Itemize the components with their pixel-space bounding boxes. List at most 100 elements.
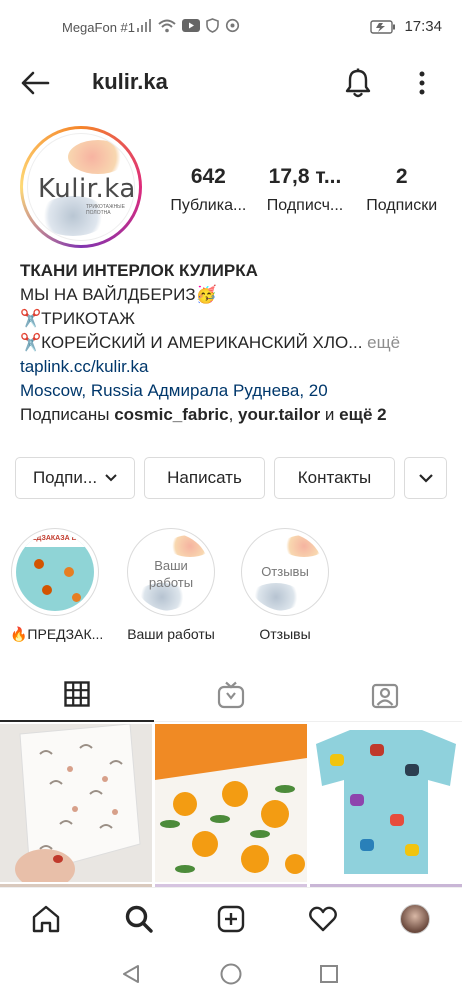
- followed-by-more: ещё 2: [339, 405, 387, 424]
- followed-by-and: и: [320, 405, 340, 424]
- avatar: Kulir.ka трикотажные полотна: [27, 133, 135, 241]
- profile-top-bar: kulir.ka: [0, 56, 462, 110]
- signal-icon: [137, 18, 151, 32]
- bio-line-3: ✂️КОРЕЙСКИЙ И АМЕРИКАНСКИЙ ХЛО... ещё: [20, 331, 450, 355]
- circle-home-icon: [220, 963, 242, 985]
- highlight-preorder[interactable]: ПРЕДЗАКАЗА ВЫ 🔥ПРЕДЗАК...: [10, 528, 104, 643]
- contacts-button-label: Контакты: [297, 468, 372, 487]
- tab-igtv[interactable]: [154, 668, 308, 722]
- stat-followers-value: 17,8 т...: [268, 165, 342, 188]
- shield-icon: [206, 18, 219, 33]
- nav-create-button[interactable]: [214, 902, 248, 936]
- back-arrow-icon: [21, 71, 50, 95]
- avatar-logo-text: Kulir.ka: [38, 174, 135, 204]
- fabric-print-image: [155, 724, 307, 882]
- chevron-down-icon: [105, 474, 117, 482]
- igtv-icon: [217, 681, 245, 709]
- system-recents-button[interactable]: [316, 961, 342, 987]
- highlight-reviews-cover-text: Отзывы: [261, 564, 309, 579]
- message-button[interactable]: Написать: [144, 457, 265, 499]
- back-button[interactable]: [18, 68, 52, 98]
- profile-username: kulir.ka: [92, 69, 168, 94]
- bio-line-3-text: ✂️КОРЕЙСКИЙ И АМЕРИКАНСКИЙ ХЛО...: [20, 333, 363, 352]
- profile-content-tabs: [0, 668, 462, 722]
- highlight-reviews-cover: Отзывы: [246, 533, 324, 611]
- bio-line-2: ✂️ТРИКОТАЖ: [20, 309, 135, 328]
- battery-icon: [370, 19, 396, 34]
- highlight-your-works[interactable]: Ваши работы Ваши работы: [126, 528, 216, 642]
- home-icon: [32, 905, 60, 933]
- post-thumbnail[interactable]: [0, 724, 152, 882]
- post-thumbnail[interactable]: [310, 724, 462, 882]
- system-back-button[interactable]: [118, 961, 144, 987]
- followed-by-user-2: your.tailor: [238, 405, 321, 424]
- message-button-label: Написать: [167, 468, 242, 487]
- clock: 17:34: [404, 18, 442, 35]
- more-options-button[interactable]: [412, 67, 432, 99]
- avatar: [400, 904, 430, 934]
- profile-stats: 642 Публика... 17,8 т... Подписч... 2 По…: [160, 165, 450, 215]
- triangle-back-icon: [123, 965, 139, 983]
- chevron-down-icon: [418, 473, 433, 483]
- profile-avatar-ring[interactable]: Kulir.ka трикотажные полотна: [20, 126, 142, 248]
- bio-line-1: МЫ НА ВАЙЛДБЕРИЗ🥳: [20, 285, 217, 304]
- more-vertical-icon: [419, 71, 425, 95]
- followed-by-separator: ,: [228, 405, 239, 424]
- nav-activity-button[interactable]: [306, 902, 340, 936]
- square-recents-icon: [320, 965, 338, 983]
- grid-icon: [64, 681, 90, 707]
- stat-posts-label: Публика...: [170, 197, 247, 214]
- highlight-preorder-label: 🔥ПРЕДЗАК...: [10, 626, 104, 642]
- highlight-your-works-label: Ваши работы: [127, 626, 215, 642]
- notifications-button[interactable]: [342, 67, 374, 99]
- system-navigation-bar: [0, 947, 462, 1000]
- bell-icon: [345, 68, 371, 98]
- sync-icon: [225, 18, 240, 33]
- bio-location-link[interactable]: Moscow, Russia Адмирала Руднева, 20: [20, 379, 450, 403]
- bio-more-link[interactable]: ещё: [362, 333, 400, 352]
- bio-website-link[interactable]: taplink.cc/kulir.ka: [20, 355, 450, 379]
- stat-posts-value: 642: [190, 165, 226, 188]
- carrier-label: MegaFon #1: [62, 20, 135, 35]
- followed-by-user-1: cosmic_fabric: [114, 405, 229, 424]
- stat-following-label: Подписки: [366, 197, 438, 214]
- status-bar: MegaFon #1 17:34: [0, 0, 462, 56]
- plus-square-icon: [217, 905, 245, 933]
- tab-tagged[interactable]: [308, 668, 462, 722]
- stat-followers[interactable]: 17,8 т... Подписч...: [257, 165, 354, 215]
- posts-grid: [0, 724, 462, 890]
- heart-icon: [309, 906, 337, 932]
- tshirt-print-image: [310, 724, 462, 882]
- stat-following-value: 2: [395, 165, 408, 188]
- bottom-navigation: [0, 887, 462, 947]
- system-home-button[interactable]: [218, 961, 244, 987]
- highlight-preorder-cover: ПРЕДЗАКАЗА ВЫ: [16, 533, 94, 611]
- tab-grid[interactable]: [0, 668, 154, 722]
- contacts-button[interactable]: Контакты: [274, 457, 395, 499]
- highlight-reviews[interactable]: Отзывы Отзывы: [240, 528, 330, 642]
- nav-search-button[interactable]: [122, 902, 156, 936]
- wifi-icon: [158, 19, 176, 32]
- followed-by-prefix: Подписаны: [20, 405, 115, 424]
- stat-following[interactable]: 2 Подписки: [353, 165, 450, 215]
- tagged-user-icon: [371, 683, 399, 709]
- fabric-print-image: [0, 724, 152, 882]
- avatar-logo-subtitle: трикотажные полотна: [86, 204, 125, 216]
- highlight-your-works-cover-text: Ваши работы: [148, 558, 194, 590]
- bio-followed-by[interactable]: Подписаны cosmic_fabric, your.tailor и е…: [20, 403, 450, 427]
- status-right: 17:34: [370, 18, 442, 35]
- nav-home-button[interactable]: [29, 902, 63, 936]
- post-thumbnail[interactable]: [155, 724, 307, 882]
- suggested-accounts-button[interactable]: [404, 457, 447, 499]
- highlight-reviews-label: Отзывы: [259, 626, 311, 642]
- subscribe-dropdown-button[interactable]: Подпи...: [15, 457, 135, 499]
- nav-profile-button[interactable]: [398, 902, 432, 936]
- bio-display-name: ТКАНИ ИНТЕРЛОК КУЛИРКА: [20, 261, 258, 280]
- search-icon: [125, 905, 153, 933]
- youtube-icon: [182, 19, 200, 32]
- highlight-preorder-cover-text: ПРЕДЗАКАЗА ВЫ: [22, 535, 84, 542]
- stat-followers-label: Подписч...: [266, 197, 344, 214]
- profile-bio: ТКАНИ ИНТЕРЛОК КУЛИРКА МЫ НА ВАЙЛДБЕРИЗ🥳…: [20, 259, 450, 427]
- stat-posts[interactable]: 642 Публика...: [160, 165, 257, 215]
- highlight-your-works-cover: Ваши работы: [132, 533, 210, 611]
